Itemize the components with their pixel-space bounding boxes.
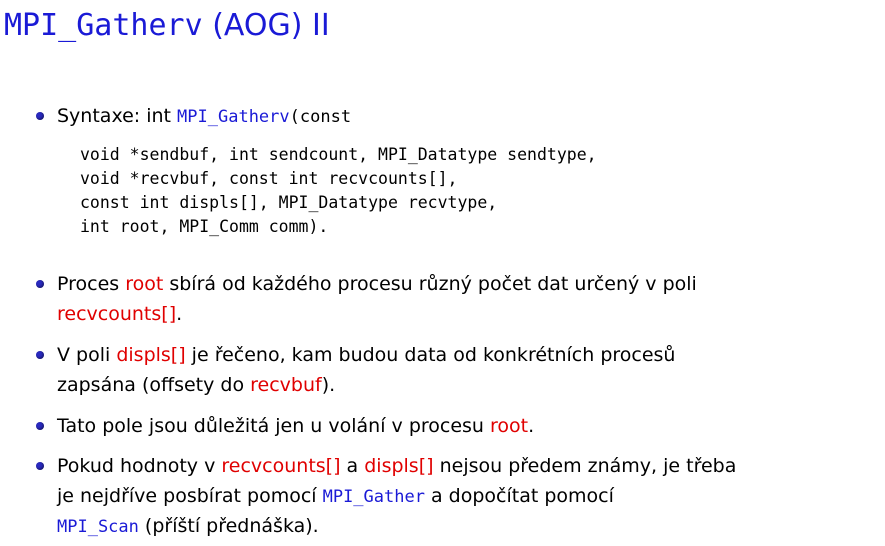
bullet-dot-icon <box>36 351 44 359</box>
text: nejsou předem známy, je třeba <box>433 455 737 477</box>
function-mpi-gather: MPI_Gather <box>322 487 425 507</box>
bullet-unknown-values: Pokud hodnoty v recvcounts[] a displs[] … <box>36 451 737 481</box>
text: Tato pole jsou důležitá jen u volání v p… <box>57 415 491 437</box>
syntax-function-name: MPI_Gatherv <box>177 107 290 127</box>
text: a <box>340 455 365 477</box>
code-line-2: void *recvbuf, const int recvcounts[], <box>80 169 458 188</box>
text: Pokud hodnoty v <box>57 455 222 477</box>
text: . <box>528 415 535 437</box>
bullet-dot-icon <box>36 462 44 470</box>
code-line-3: const int displs[], MPI_Datatype recvtyp… <box>80 193 498 212</box>
bullet-root-gathers-cont: recvcounts[]. <box>57 299 182 329</box>
bullet-unknown-values-cont-1: je nejdříve posbírat pomocí MPI_Gather a… <box>57 481 614 512</box>
keyword-recvcounts: recvcounts[] <box>57 303 177 325</box>
bullet-dot-icon <box>36 112 44 120</box>
text: je řečeno, kam budou data od konkrétních… <box>185 344 676 366</box>
bullet-root-gathers: Proces root sbírá od každého procesu růz… <box>36 269 697 299</box>
text: (příští přednáška). <box>138 515 319 537</box>
code-line-4: int root, MPI_Comm comm). <box>80 217 329 236</box>
bullet-syntax: Syntaxe: int MPI_Gatherv(const <box>36 101 352 132</box>
text: ). <box>321 374 336 396</box>
keyword-displs: displs[] <box>116 344 186 366</box>
text: je nejdříve posbírat pomocí <box>57 485 323 507</box>
keyword-recvbuf: recvbuf <box>250 374 322 396</box>
bullet-displs: V poli displs[] je řečeno, kam budou dat… <box>36 340 676 370</box>
text: Proces <box>57 273 126 295</box>
bullet-dot-icon <box>36 280 44 288</box>
function-mpi-scan: MPI_Scan <box>57 517 139 537</box>
text: . <box>176 303 183 325</box>
keyword-recvcounts: recvcounts[] <box>221 455 341 477</box>
text: a dopočítat pomocí <box>424 485 614 507</box>
slide-title-suffix: (AOG) II <box>202 8 330 43</box>
code-line-1: void *sendbuf, int sendcount, MPI_Dataty… <box>80 145 597 164</box>
text: sbírá od každého procesu různý počet dat… <box>163 273 697 295</box>
keyword-root: root <box>125 273 164 295</box>
text: zapsána (offsety do <box>57 374 251 396</box>
bullet-displs-cont: zapsána (offsety do recvbuf). <box>57 370 335 400</box>
slide-title-function: MPI_Gatherv <box>4 8 203 43</box>
keyword-displs: displs[] <box>364 455 434 477</box>
syntax-open-paren: (const <box>289 107 352 127</box>
bullet-unknown-values-cont-2: MPI_Scan (příští přednáška). <box>57 511 319 542</box>
slide-title: MPI_Gatherv (AOG) II <box>4 6 330 46</box>
bullet-arrays-important: Tato pole jsou důležitá jen u volání v p… <box>36 411 535 441</box>
bullet-dot-icon <box>36 422 44 430</box>
syntax-lead: Syntaxe: int <box>57 105 178 127</box>
text: V poli <box>57 344 117 366</box>
keyword-root: root <box>490 415 529 437</box>
